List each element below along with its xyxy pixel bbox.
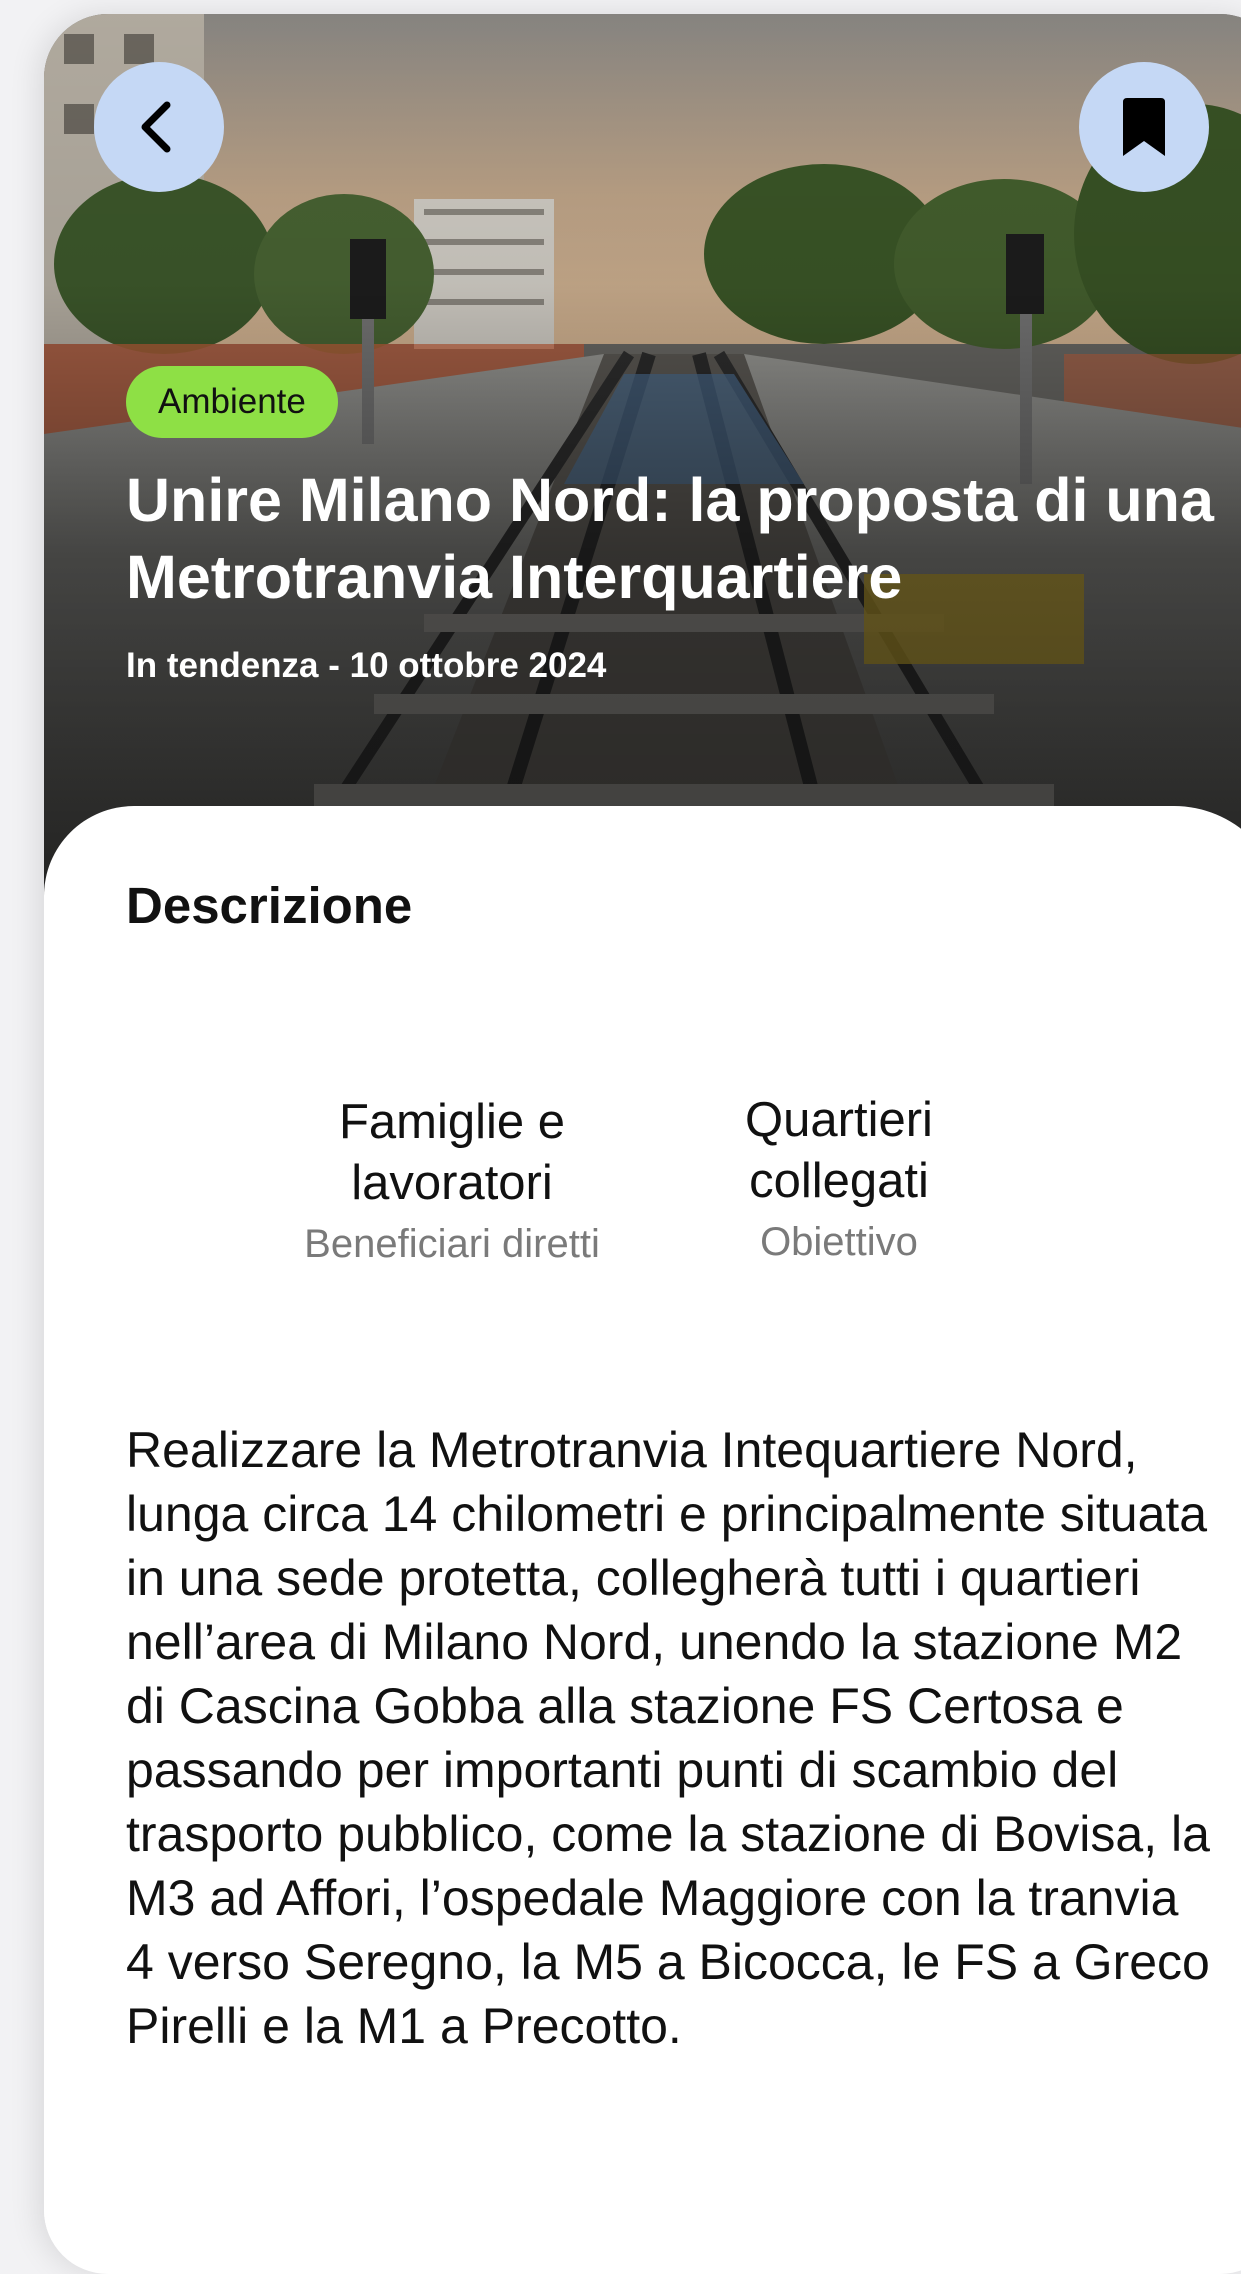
- content-sheet: Descrizione Famiglie e lavoratori Benefi…: [44, 806, 1241, 2266]
- article-card: Ambiente Unire Milano Nord: la proposta …: [44, 14, 1241, 2274]
- stat-label: Beneficiari diretti: [304, 1222, 600, 1266]
- section-heading: Descrizione: [126, 877, 413, 934]
- stat-objective: Quartieri collegati Obiettivo: [684, 1090, 994, 1272]
- stat-value: Famiglie e lavoratori: [338, 1095, 566, 1210]
- article-meta: In tendenza - 10 ottobre 2024: [126, 646, 607, 685]
- article-title: Unire Milano Nord: la proposta di una Me…: [126, 466, 1214, 611]
- description-text: Realizzare la Metrotranvia Intequartiere…: [126, 1422, 1210, 2054]
- stat-value: Quartieri collegati: [745, 1093, 933, 1208]
- back-button[interactable]: [94, 62, 224, 192]
- stat-label: Obiettivo: [760, 1220, 918, 1264]
- bookmark-icon: [1123, 98, 1165, 156]
- category-badge[interactable]: Ambiente: [126, 366, 338, 438]
- chevron-left-icon: [141, 101, 171, 153]
- bookmark-button[interactable]: [1079, 62, 1209, 192]
- stat-beneficiaries: Famiglie e lavoratori Beneficiari dirett…: [262, 1092, 642, 1274]
- hero-image: Ambiente Unire Milano Nord: la proposta …: [44, 14, 1241, 914]
